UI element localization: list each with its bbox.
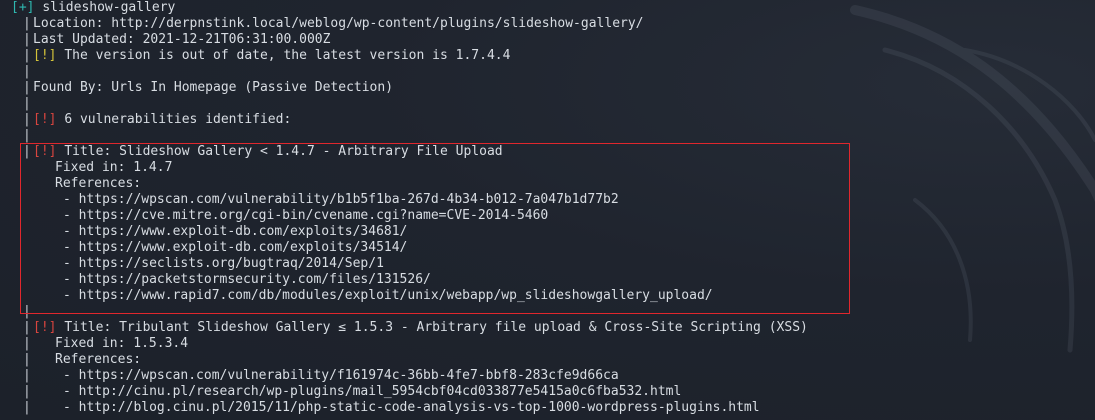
vuln-fixed-line: | Fixed in: 1.5.3.4 — [11, 336, 1091, 352]
updated-line: | Last Updated: 2021-12-21T06:31:00.000Z — [11, 32, 1091, 48]
vuln-summary-text: 6 vulnerabilities identified: — [64, 112, 292, 127]
references-label: References: — [55, 352, 142, 367]
tree-pipe: | — [23, 368, 31, 383]
alert-marker: [!] — [33, 320, 57, 335]
reference-link: | - https://wpscan.com/vulnerability/f161… — [11, 368, 1091, 384]
reference-link: | - http://blog.cinu.pl/2015/11/php-stati… — [11, 400, 1091, 416]
blank-line: | — [11, 64, 1091, 80]
tree-pipe: | — [23, 48, 31, 63]
reference-link: | - http://cinu.pl/research/wp-plugins/ma… — [11, 384, 1091, 400]
reference-url[interactable]: - https://wpscan.com/vulnerability/f1619… — [63, 368, 619, 383]
tree-pipe: | — [23, 320, 31, 335]
tree-pipe: | — [23, 64, 31, 79]
vuln-title: Title: Tribulant Slideshow Gallery ≤ 1.5… — [64, 320, 808, 335]
tree-pipe: | — [23, 384, 31, 399]
found-by-line: | Found By: Urls In Homepage (Passive Det… — [11, 80, 1091, 96]
reference-url[interactable]: - http://cinu.pl/research/wp-plugins/mai… — [63, 384, 681, 399]
tree-pipe: | — [23, 80, 31, 95]
tree-pipe: | — [23, 16, 31, 31]
plus-marker: [+] — [11, 0, 35, 15]
tree-pipe: | — [23, 96, 31, 111]
vuln-summary-line: | [!] 6 vulnerabilities identified: — [11, 112, 1091, 128]
blank-line: | — [11, 128, 1091, 144]
terminal-window: [+] slideshow-gallery | Location: http://… — [0, 0, 1095, 420]
blank-line: | — [11, 96, 1091, 112]
warning-marker: [!] — [33, 48, 57, 63]
found-by-text: Found By: Urls In Homepage (Passive Dete… — [33, 80, 394, 95]
updated-label: Last Updated: — [33, 32, 135, 47]
outdated-text: The version is out of date, the latest v… — [64, 48, 511, 63]
outdated-line: | [!] The version is out of date, the lat… — [11, 48, 1091, 64]
vuln-title-line: | [!] Title: Tribulant Slideshow Gallery … — [11, 320, 1091, 336]
alert-marker: [!] — [33, 112, 57, 127]
location-value[interactable]: http://derpnstink.local/weblog/wp-conten… — [111, 16, 643, 31]
tree-pipe: | — [23, 112, 31, 127]
highlight-box — [20, 143, 850, 314]
tree-pipe: | — [23, 336, 31, 351]
updated-value: 2021-12-21T06:31:00.000Z — [142, 32, 331, 47]
tree-pipe: | — [23, 128, 31, 143]
tree-pipe: | — [23, 352, 31, 367]
vuln-references-label-line: | References: — [11, 352, 1091, 368]
vuln-fixed-in: Fixed in: 1.5.3.4 — [55, 336, 189, 351]
tree-pipe: | — [23, 400, 31, 415]
plugin-header-line: [+] slideshow-gallery — [11, 0, 1091, 16]
plugin-name: slideshow-gallery — [42, 0, 176, 15]
reference-url[interactable]: - http://blog.cinu.pl/2015/11/php-static… — [63, 400, 760, 415]
tree-pipe: | — [23, 32, 31, 47]
location-line: | Location: http://derpnstink.local/weblo… — [11, 16, 1091, 32]
location-label: Location: — [33, 16, 104, 31]
